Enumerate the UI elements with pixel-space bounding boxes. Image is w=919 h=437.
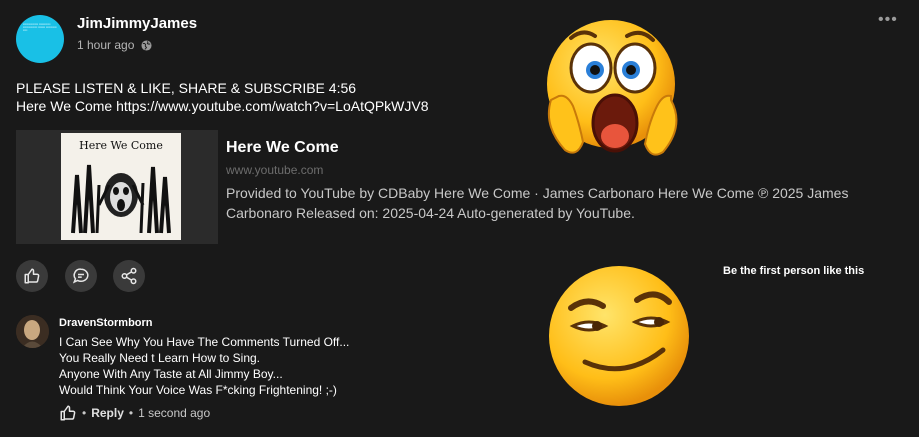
thumbs-up-icon [24, 268, 40, 284]
link-domain: www.youtube.com [226, 163, 324, 177]
author-avatar[interactable]: ▪▪▪▪▪▪▪▪▪▪▪▪▪▪ ▪▪▪▪▪▪▪▪▪▪▪ ▪▪▪▪▪▪▪▪▪▪▪▪▪… [16, 15, 64, 63]
reply-button[interactable]: Reply [91, 406, 124, 420]
comment-button[interactable] [65, 260, 97, 292]
shocked-emoji [547, 20, 678, 156]
comment-line-2: You Really Need t Learn How to Sing. [59, 351, 261, 365]
link-title[interactable]: Here We Come [226, 139, 339, 157]
thumbs-up-icon[interactable] [59, 404, 77, 422]
avatar-graphic: ▪▪▪▪▪▪▪▪▪▪▪▪▪▪ ▪▪▪▪▪▪▪▪▪▪▪ ▪▪▪▪▪▪▪▪▪▪▪▪▪… [23, 22, 57, 33]
post-text-line-2[interactable]: Here We Come https://www.youtube.com/wat… [16, 97, 429, 115]
comment-author[interactable]: DravenStormborn [59, 317, 153, 329]
like-button[interactable] [16, 260, 48, 292]
album-art-drawing [69, 155, 173, 235]
comment-icon [72, 268, 89, 284]
post-text-line-1: PLEASE LISTEN & LIKE, SHARE & SUBSCRIBE … [16, 80, 357, 96]
post-author-name[interactable]: JimJimmyJames [77, 15, 197, 32]
globe-icon [141, 40, 152, 51]
commenter-avatar[interactable] [16, 315, 49, 348]
smirk-emoji [549, 266, 689, 406]
post-timestamp[interactable]: 1 hour ago [77, 38, 134, 52]
more-options-icon[interactable]: ••• [878, 11, 898, 29]
commenter-avatar-image [16, 315, 49, 348]
share-button[interactable] [113, 260, 145, 292]
comment-timestamp[interactable]: 1 second ago [138, 406, 210, 420]
separator-dot: • [82, 406, 87, 420]
post-text: PLEASE LISTEN & LIKE, SHARE & SUBSCRIBE … [16, 79, 429, 115]
link-thumbnail[interactable]: Here We Come [16, 130, 218, 244]
comment-line-3: Anyone With Any Taste at All Jimmy Boy..… [59, 367, 283, 381]
album-art-title: Here We Come [79, 139, 163, 152]
share-icon [121, 267, 137, 285]
comment-line-4: Would Think Your Voice Was F*cking Frigh… [59, 383, 337, 397]
album-art: Here We Come [61, 133, 181, 240]
comment-line-1: I Can See Why You Have The Comments Turn… [59, 335, 350, 349]
separator-dot: • [128, 406, 134, 420]
comment-actions: • Reply • 1 second ago [59, 404, 210, 422]
link-description: Provided to YouTube by CDBaby Here We Co… [226, 185, 849, 221]
first-like-text: Be the first person like this [723, 265, 865, 277]
